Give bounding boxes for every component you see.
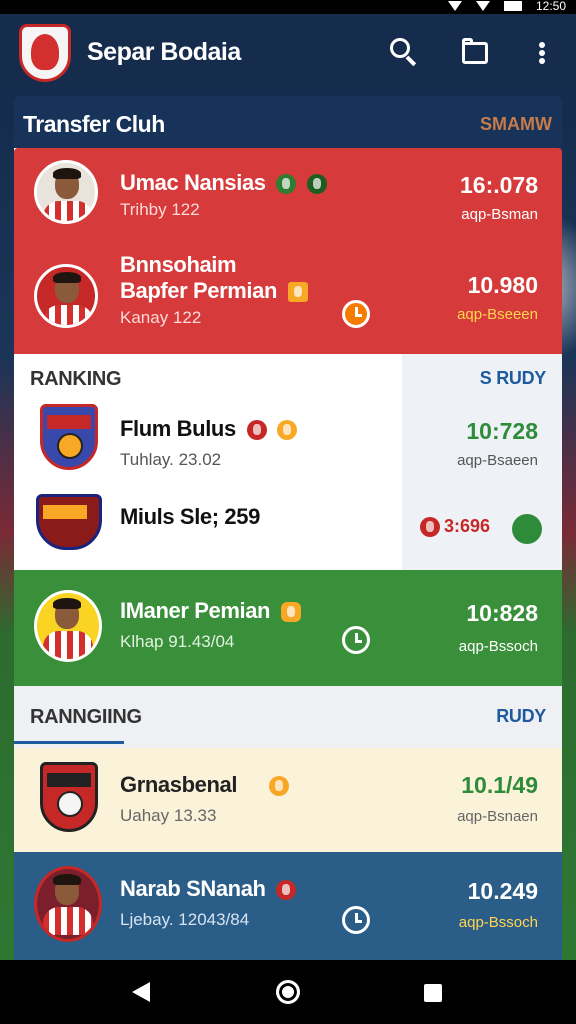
club-badge-icon [307, 174, 328, 195]
club-name: Flum Bulus [120, 416, 236, 441]
player-meta: Kanay 122 [120, 308, 202, 327]
list-item[interactable]: Bnnsohaim Bapfer Permian Kanay 122 10.98… [14, 252, 562, 354]
back-icon[interactable] [132, 982, 150, 1002]
signal-icon [475, 1, 490, 11]
club-score: 10:728 [466, 418, 538, 444]
club-meta: Tuhlay. 23.02 [120, 450, 222, 469]
status-time: 12:50 [535, 0, 566, 13]
section-action[interactable]: S RUDY [480, 368, 547, 389]
club-logo[interactable] [19, 24, 71, 82]
player-avatar [34, 590, 102, 662]
search-icon[interactable] [388, 36, 420, 68]
section-action[interactable]: RUDY [496, 706, 546, 727]
section-header-ranking: RANNGIING RUDY [14, 686, 562, 748]
lock-icon [287, 282, 308, 303]
player-name: Narab SNanah [120, 876, 266, 901]
club-crest [36, 494, 102, 550]
player-season: aqp-Bssoch [458, 638, 538, 655]
share-icon[interactable] [512, 514, 542, 544]
player-name: IManer Pemian [120, 598, 271, 623]
player-score: 10:828 [466, 600, 538, 626]
club-name: Miuls Sle; 259 [120, 504, 260, 529]
transfer-card: Umac Nansias Trihby 122 16:.078 aqp-Bsma… [14, 148, 562, 354]
player-season: aqp-Bseeen [457, 306, 538, 323]
club-score: 10.1/49 [461, 772, 538, 798]
club-season: aqp-Bsnaen [457, 808, 538, 825]
club-meta: Uahay 13.33 [120, 806, 217, 825]
section-header-transfer: Transfer Cluh SMAMW [14, 96, 562, 152]
player-meta: Klhap 91.43/04 [120, 632, 235, 651]
list-item[interactable]: Flum Bulus Tuhlay. 23.02 10:728 aqp-Bsae… [14, 398, 562, 486]
player-avatar [34, 160, 98, 224]
section-title: RANKING [30, 368, 122, 390]
system-nav-bar [0, 960, 576, 1024]
nation-badge-icon [276, 174, 297, 195]
player-name-line2: Bapfer Permian [120, 278, 278, 303]
player-avatar [34, 866, 102, 942]
list-item[interactable]: Miuls Sle; 259 3:696 [14, 486, 562, 570]
player-meta: Ljebay. 12043/84 [120, 910, 250, 929]
app-title: Separ Bodaia [87, 38, 241, 66]
trophy-icon [268, 776, 289, 797]
trophy-icon [277, 420, 298, 441]
player-score: 10.980 [467, 272, 538, 298]
list-item[interactable]: Grnasbenal Uahay 13.33 10.1/49 aqp-Bsnae… [14, 748, 562, 852]
player-name: Umac Nansias [120, 170, 266, 195]
player-score: 16:.078 [459, 172, 538, 198]
battery-icon [503, 1, 522, 11]
list-item[interactable]: Umac Nansias Trihby 122 16:.078 aqp-Bsma… [14, 148, 562, 252]
section-title: Transfer Cluh [23, 111, 165, 137]
home-icon[interactable] [276, 980, 300, 1004]
club-crest [40, 762, 98, 832]
lock-icon [280, 602, 301, 623]
clock-icon[interactable] [342, 300, 370, 328]
club-name: Grnasbenal [120, 772, 238, 797]
app-bar: Separ Bodaia [0, 14, 576, 92]
player-season: aqp-Bsman [461, 206, 538, 223]
recent-apps-icon[interactable] [424, 984, 442, 1002]
clock-icon[interactable] [342, 906, 370, 934]
ranking-card: RANKING S RUDY Flum Bulus Tuhlay. 23.02 … [14, 354, 562, 570]
club-season: aqp-Bsaeen [457, 452, 538, 469]
player-meta: Trihby 122 [120, 200, 200, 219]
player-season: aqp-Bssoch [458, 914, 538, 931]
heart-icon [419, 517, 440, 538]
club-badge-icon [276, 880, 297, 901]
clock-icon[interactable] [342, 626, 370, 654]
player-name-line1: Bnnsohaim [120, 252, 237, 277]
club-crest [40, 404, 98, 470]
player-score: 10.249 [467, 878, 538, 904]
player-avatar [34, 264, 98, 328]
more-menu-icon[interactable] [530, 36, 554, 68]
section-action[interactable]: SMAMW [480, 114, 552, 135]
list-item[interactable]: Narab SNanah Ljebay. 12043/84 10.249 aqp… [14, 852, 562, 960]
club-score: 3:696 [443, 516, 490, 536]
list-item[interactable]: IManer Pemian Klhap 91.43/04 10:828 aqp-… [14, 570, 562, 686]
status-bar: 12:50 [0, 0, 576, 14]
wifi-icon [447, 1, 462, 11]
section-title: RANNGIING [30, 706, 142, 728]
tabs-icon[interactable] [459, 36, 491, 68]
club-badge-icon [246, 420, 267, 441]
